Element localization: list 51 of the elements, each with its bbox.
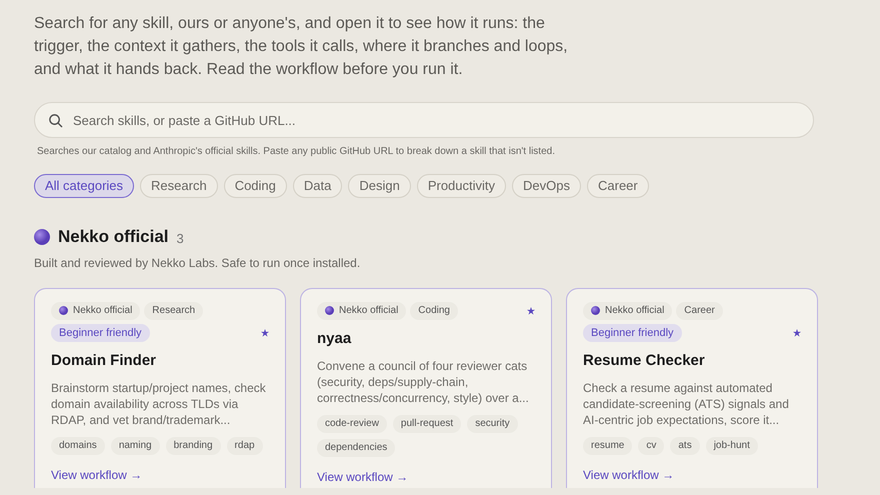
category-chip[interactable]: Design <box>348 174 411 198</box>
category-chip[interactable]: Coding <box>224 174 287 198</box>
view-workflow-link[interactable]: View workflow → <box>583 466 674 484</box>
category-chip[interactable]: DevOps <box>512 174 581 198</box>
skill-tag: cv <box>638 437 664 455</box>
skill-tag: code-review <box>317 415 387 433</box>
category-tag: Coding <box>410 302 458 320</box>
category-tag: Career <box>676 302 723 320</box>
skill-tag: pull-request <box>392 415 462 433</box>
source-label: Nekko official <box>73 304 132 318</box>
category-chip[interactable]: All categories <box>34 174 134 198</box>
star-icon <box>261 328 269 336</box>
dot-icon <box>34 228 50 245</box>
beginner-badge: Beginner friendly <box>51 324 150 342</box>
beginner-badge: Beginner friendly <box>583 324 682 342</box>
skill-tag: naming <box>110 437 160 455</box>
dot-icon <box>591 306 600 315</box>
section-title: Nekko official <box>58 226 169 248</box>
search-icon <box>48 113 63 128</box>
skill-description: Brainstorm startup/project names, check domain availability across TLDs via RDAP, and vet brand/trademark... <box>51 380 267 428</box>
skill-description: Check a resume against automated candidate-screening (ATS) signals and AI-centric job expectations, score it... <box>583 380 790 428</box>
source-label: Nekko official <box>605 304 664 318</box>
skill-tag: rdap <box>226 437 263 455</box>
skill-tag: resume <box>583 437 632 455</box>
category-tag: Research <box>144 302 204 320</box>
skill-title: Resume Checker <box>583 350 706 370</box>
skill-tag: security <box>467 415 518 433</box>
dot-icon <box>325 306 334 315</box>
search-field[interactable]: Search skills, or paste a GitHub URL... <box>34 102 814 138</box>
view-workflow-link[interactable]: View workflow → <box>317 468 408 486</box>
hint-text: Searches our catalog and Anthropic's official skills. Paste any public GitHub URL to break down a skill that isn't listed. <box>37 145 556 159</box>
view-workflow-link[interactable]: View workflow → <box>51 466 142 484</box>
star-icon <box>793 328 801 336</box>
skill-description: Convene a council of four reviewer cats (security, deps/supply-chain, correctness/concurrency, style) over a... <box>317 358 530 406</box>
category-chip[interactable]: Research <box>140 174 218 198</box>
section-count: 3 <box>176 230 184 248</box>
skill-tag: ats <box>670 437 700 455</box>
star-icon <box>527 306 535 314</box>
skill-tag: dependencies <box>317 439 396 457</box>
skill-tag: job-hunt <box>706 437 758 455</box>
category-chip[interactable]: Career <box>587 174 649 198</box>
category-chip[interactable]: Data <box>292 174 342 198</box>
source-label: Nekko official <box>339 304 398 318</box>
category-chip[interactable]: Productivity <box>416 174 506 198</box>
skill-title: Domain Finder <box>51 350 158 370</box>
intro-text: Search for any skill, ours or anyone's, and open it to see how it runs: the trigger, the context it gathers, the tools it calls, where it branches and loops, and what it hands back. Read the workflow before you run it. <box>34 14 569 80</box>
section-description: Built and reviewed by Nekko Labs. Safe to run once installed. <box>34 254 362 272</box>
dot-icon <box>59 306 68 315</box>
skill-tag: branding <box>166 437 221 455</box>
skill-title: nyaa <box>317 328 352 348</box>
skill-tag: domains <box>51 437 105 455</box>
